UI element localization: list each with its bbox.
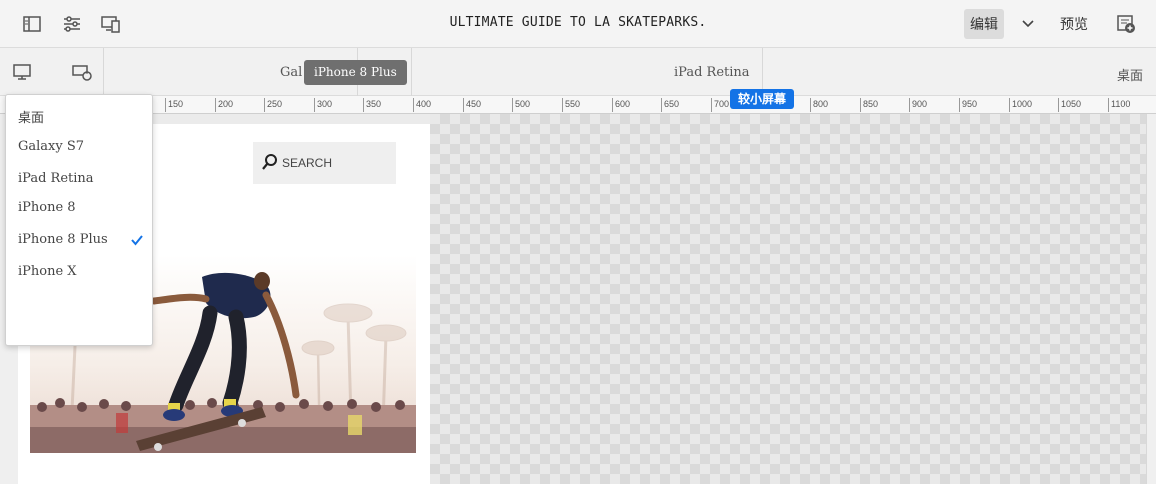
device-option-iphone-x[interactable]: iPhone X	[18, 264, 77, 279]
search-label: SEARCH	[282, 156, 333, 170]
checkmark-icon	[130, 233, 144, 247]
ruler-tick: 550	[562, 98, 580, 112]
device-option-iphone-8[interactable]: iPhone 8	[18, 200, 76, 215]
ruler-tick: 700	[711, 98, 729, 112]
ruler-tick: 250	[264, 98, 282, 112]
ruler-tick: 650	[661, 98, 679, 112]
device-controls	[0, 48, 104, 96]
side-panel-icon[interactable]	[20, 12, 44, 36]
ruler-tick: 850	[860, 98, 878, 112]
chevron-down-icon[interactable]	[1016, 12, 1040, 36]
ruler-tick: 150	[165, 98, 183, 112]
device-dropdown: 桌面 Galaxy S7 iPad Retina iPhone 8 iPhone…	[5, 94, 153, 346]
device-label-desktop[interactable]: 桌面	[1117, 65, 1143, 84]
ruler-tick: 800	[810, 98, 828, 112]
ruler-tick: 350	[363, 98, 381, 112]
top-toolbar: ULTIMATE GUIDE TO LA SKATEPARKS. 编辑 预览	[0, 0, 1156, 48]
vertical-scrollbar[interactable]	[1146, 114, 1156, 484]
device-label-ipad-retina[interactable]: iPad Retina	[674, 65, 750, 80]
ruler: 150 200 250 300 350 400 450 500 550 600 …	[0, 96, 1156, 114]
device-bar: Gal iPad Retina 桌面	[0, 48, 1156, 96]
ruler-tick: 400	[413, 98, 431, 112]
device-tooltip: iPhone 8 Plus	[304, 60, 407, 85]
device-option-desktop[interactable]: 桌面	[18, 107, 44, 126]
properties-icon[interactable]	[60, 12, 84, 36]
device-option-galaxy-s7[interactable]: Galaxy S7	[18, 139, 84, 154]
desktop-icon[interactable]	[10, 60, 34, 84]
edit-mode-button[interactable]: 编辑	[964, 9, 1004, 39]
empty-canvas	[430, 114, 1146, 484]
ruler-tick: 950	[959, 98, 977, 112]
device-option-iphone-8-plus[interactable]: iPhone 8 Plus	[18, 232, 108, 247]
ruler-tick: 300	[314, 98, 332, 112]
ruler-tick: 1000	[1009, 98, 1032, 112]
search-icon	[262, 154, 278, 170]
ruler-tick: 200	[215, 98, 233, 112]
device-label-galaxy[interactable]: Gal	[280, 65, 302, 80]
device-divider	[411, 48, 412, 96]
device-option-ipad-retina[interactable]: iPad Retina	[18, 171, 94, 186]
ruler-tick: 600	[612, 98, 630, 112]
ruler-tick: 1100	[1108, 98, 1130, 112]
emulator-icon[interactable]	[99, 12, 123, 36]
device-rotate-icon[interactable]	[70, 60, 94, 84]
ruler-tick: 450	[463, 98, 481, 112]
breakpoint-badge[interactable]: 较小屏幕	[730, 89, 795, 109]
publish-icon[interactable]	[1114, 12, 1138, 36]
preview-button[interactable]: 预览	[1060, 14, 1088, 34]
ruler-tick: 900	[909, 98, 927, 112]
ruler-tick: 1050	[1058, 98, 1081, 112]
ruler-tick: 500	[512, 98, 530, 112]
